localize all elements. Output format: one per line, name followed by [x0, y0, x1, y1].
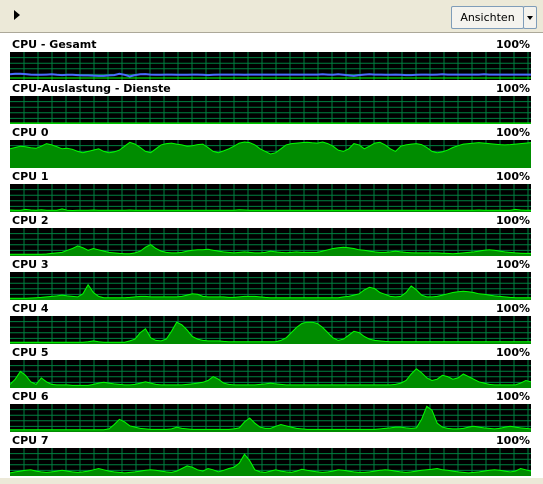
usage-graph [10, 448, 531, 476]
graph-title: CPU 7 [12, 434, 49, 447]
graph-max-label: 100% [496, 346, 530, 359]
usage-graph [10, 184, 531, 212]
graph-panel: CPU-Auslastung - Dienste 100% [0, 82, 543, 126]
expand-arrow-icon[interactable] [14, 10, 20, 20]
usage-graph [10, 140, 531, 168]
graph-title: CPU-Auslastung - Dienste [12, 82, 171, 95]
graph-panel: CPU - Gesamt 100% [0, 38, 543, 82]
graph-max-label: 100% [496, 390, 530, 403]
graph-max-label: 100% [496, 170, 530, 183]
graph-max-label: 100% [496, 434, 530, 447]
views-button[interactable]: Ansichten [451, 6, 524, 29]
graph-title: CPU 1 [12, 170, 49, 183]
graph-max-label: 100% [496, 258, 530, 271]
graph-title: CPU 5 [12, 346, 49, 359]
graph-panel: CPU 0 100% [0, 126, 543, 170]
graph-panel: CPU 5 100% [0, 346, 543, 390]
graph-max-label: 100% [496, 38, 530, 51]
usage-graph [10, 52, 531, 80]
views-dropdown-arrow-icon[interactable] [523, 6, 537, 29]
toolbar: Ansichten [0, 0, 543, 33]
graph-max-label: 100% [496, 214, 530, 227]
graph-background [10, 404, 531, 432]
graph-title: CPU 6 [12, 390, 49, 403]
usage-graph [10, 272, 531, 300]
graph-title: CPU 0 [12, 126, 49, 139]
usage-graph [10, 360, 531, 388]
graph-panel: CPU 2 100% [0, 214, 543, 258]
graph-background [10, 316, 531, 344]
graph-panel: CPU 4 100% [0, 302, 543, 346]
graph-panel: CPU 1 100% [0, 170, 543, 214]
graph-max-label: 100% [496, 82, 530, 95]
usage-graph [10, 228, 531, 256]
graph-background [10, 184, 531, 212]
graph-panel: CPU 3 100% [0, 258, 543, 302]
graph-title: CPU 2 [12, 214, 49, 227]
usage-graph [10, 316, 531, 344]
graph-background [10, 96, 531, 124]
usage-graph [10, 404, 531, 432]
graph-title: CPU - Gesamt [12, 38, 97, 51]
graph-panel: CPU 7 100% [0, 434, 543, 478]
graph-title: CPU 3 [12, 258, 49, 271]
window-bottom-border [0, 478, 543, 484]
graph-title: CPU 4 [12, 302, 49, 315]
graph-panel: CPU 6 100% [0, 390, 543, 434]
usage-graph [10, 96, 531, 124]
graph-max-label: 100% [496, 302, 530, 315]
graph-max-label: 100% [496, 126, 530, 139]
